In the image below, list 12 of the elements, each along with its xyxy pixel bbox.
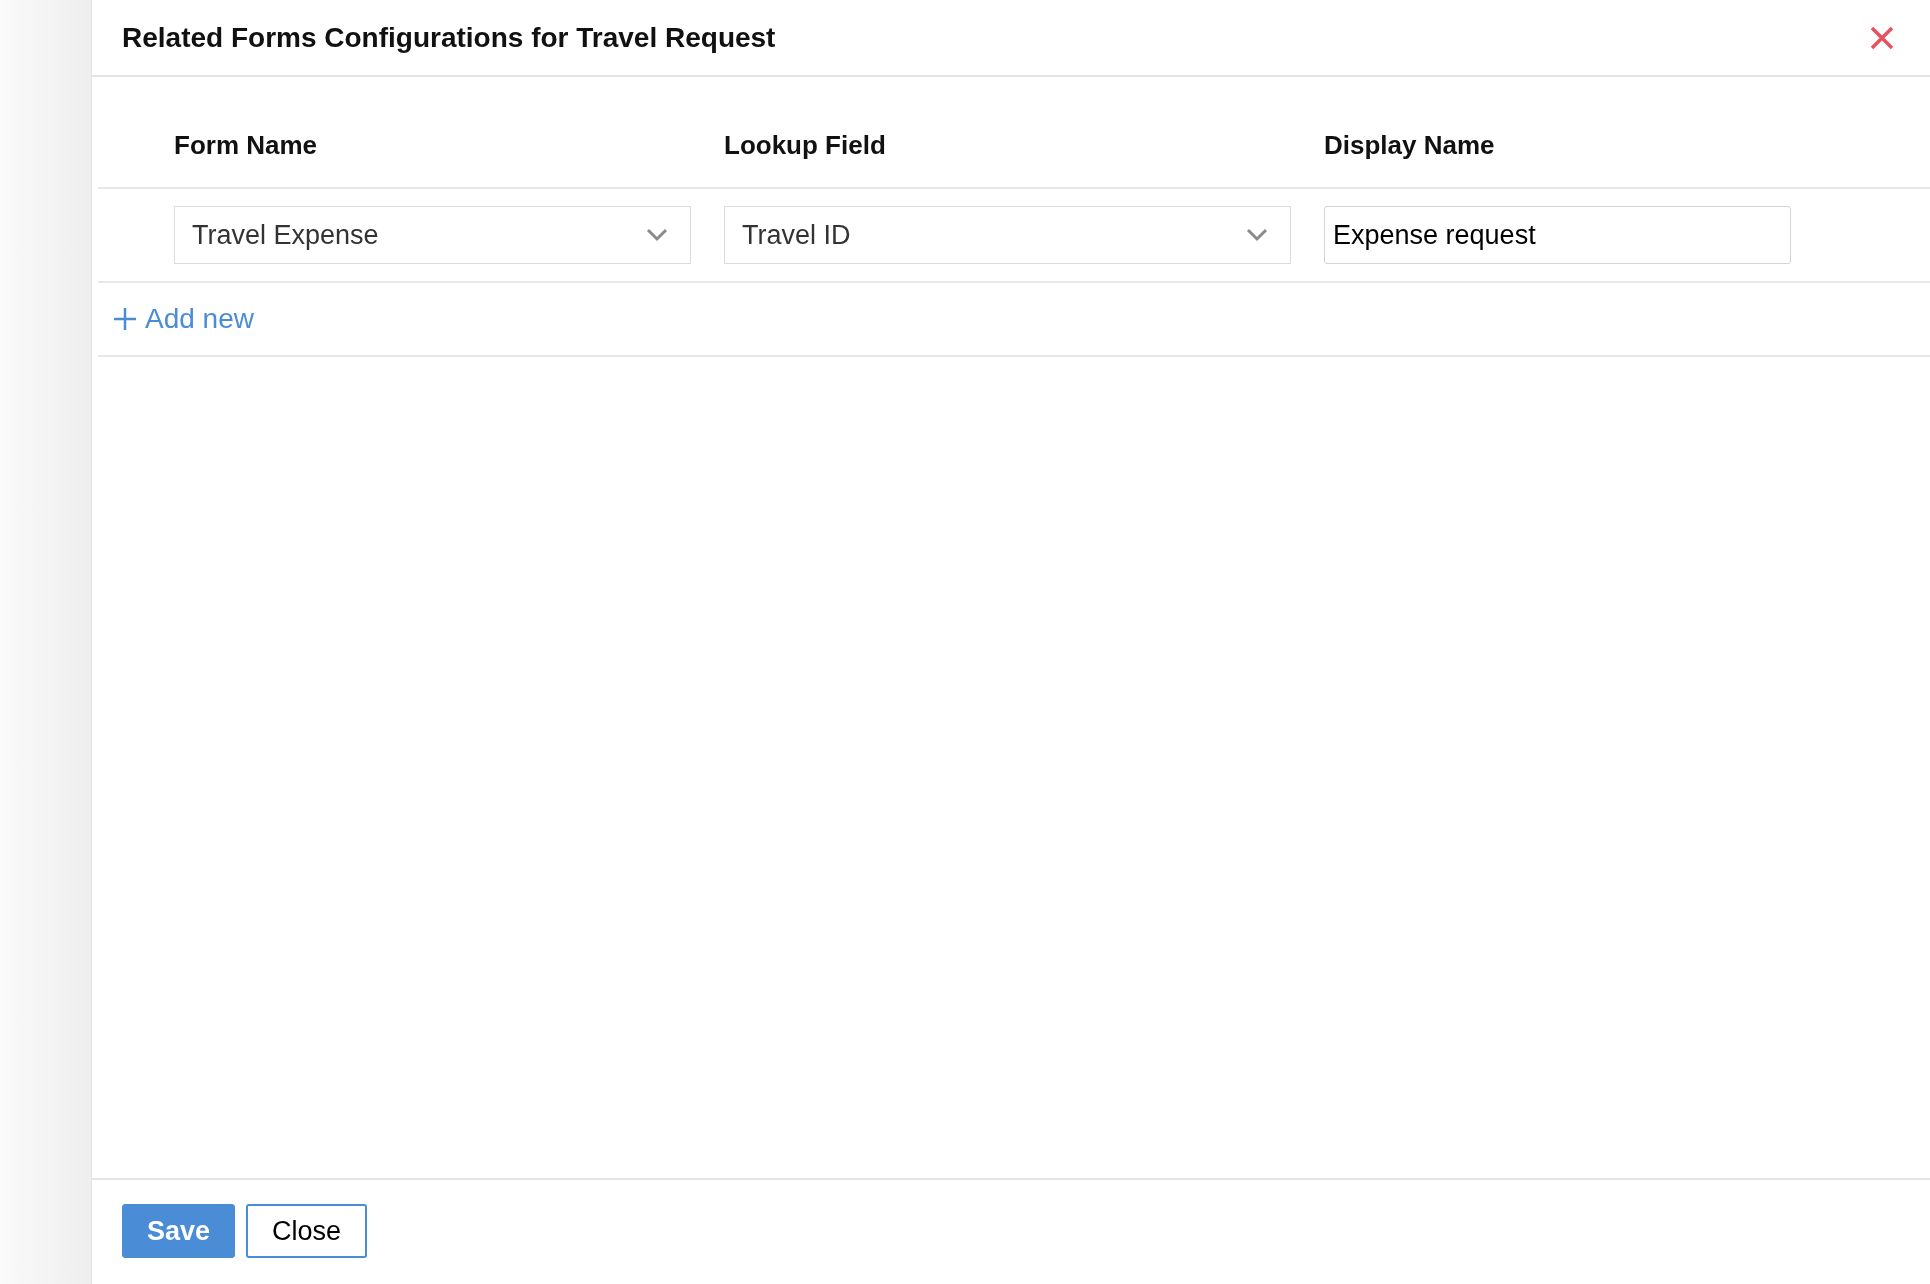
chevron-down-icon bbox=[646, 228, 668, 242]
column-header: Form Name bbox=[174, 129, 318, 160]
close-button[interactable]: Close bbox=[246, 1204, 368, 1258]
dialog-title: Related Forms Configurations for Travel Request bbox=[122, 20, 776, 55]
dropdown-select[interactable]: Travel ID bbox=[724, 206, 1291, 264]
chevron-down-icon bbox=[1246, 228, 1268, 242]
column-header: Display Name bbox=[1324, 129, 1495, 160]
dropdown-select[interactable]: Travel Expense bbox=[174, 206, 691, 264]
plus-icon bbox=[113, 307, 137, 331]
display-name-field[interactable]: Expense request bbox=[1324, 206, 1791, 264]
column-header: Lookup Field bbox=[724, 129, 886, 160]
close-icon[interactable] bbox=[1870, 25, 1894, 50]
